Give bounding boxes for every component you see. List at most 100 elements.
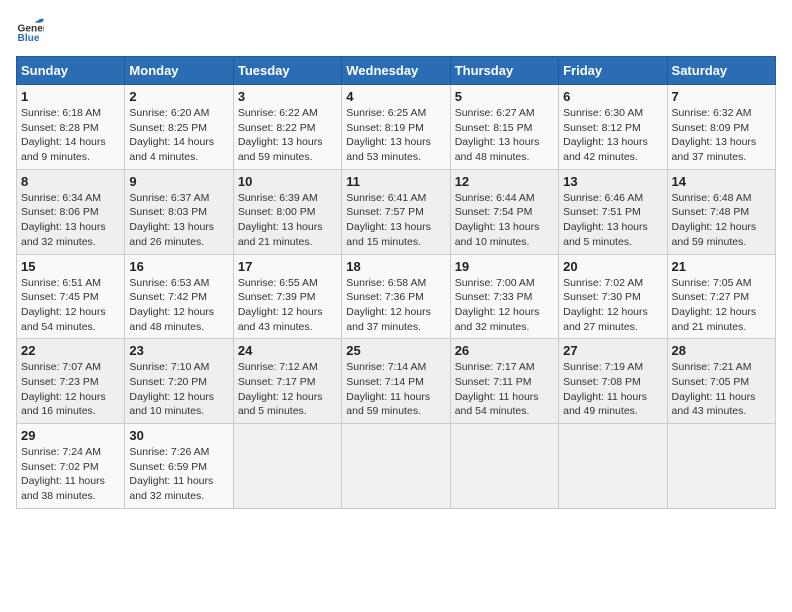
calendar-cell: 12 Sunrise: 6:44 AM Sunset: 7:54 PM Dayl…	[450, 169, 558, 254]
day-number: 4	[346, 89, 445, 104]
calendar-cell: 16 Sunrise: 6:53 AM Sunset: 7:42 PM Dayl…	[125, 254, 233, 339]
day-of-week-header: Sunday	[17, 57, 125, 85]
day-number: 22	[21, 343, 120, 358]
calendar-cell: 25 Sunrise: 7:14 AM Sunset: 7:14 PM Dayl…	[342, 339, 450, 424]
day-info: Sunrise: 6:34 AM Sunset: 8:06 PM Dayligh…	[21, 191, 120, 250]
day-number: 30	[129, 428, 228, 443]
day-number: 9	[129, 174, 228, 189]
calendar-cell: 22 Sunrise: 7:07 AM Sunset: 7:23 PM Dayl…	[17, 339, 125, 424]
day-info: Sunrise: 7:24 AM Sunset: 7:02 PM Dayligh…	[21, 445, 120, 504]
day-number: 7	[672, 89, 771, 104]
calendar-cell: 30 Sunrise: 7:26 AM Sunset: 6:59 PM Dayl…	[125, 424, 233, 509]
day-info: Sunrise: 7:00 AM Sunset: 7:33 PM Dayligh…	[455, 276, 554, 335]
day-number: 25	[346, 343, 445, 358]
day-info: Sunrise: 6:51 AM Sunset: 7:45 PM Dayligh…	[21, 276, 120, 335]
day-number: 20	[563, 259, 662, 274]
day-info: Sunrise: 6:48 AM Sunset: 7:48 PM Dayligh…	[672, 191, 771, 250]
logo: General Blue	[16, 16, 48, 44]
day-number: 12	[455, 174, 554, 189]
calendar-cell	[559, 424, 667, 509]
calendar-cell: 13 Sunrise: 6:46 AM Sunset: 7:51 PM Dayl…	[559, 169, 667, 254]
day-info: Sunrise: 6:41 AM Sunset: 7:57 PM Dayligh…	[346, 191, 445, 250]
day-number: 19	[455, 259, 554, 274]
calendar-cell: 18 Sunrise: 6:58 AM Sunset: 7:36 PM Dayl…	[342, 254, 450, 339]
calendar-cell: 23 Sunrise: 7:10 AM Sunset: 7:20 PM Dayl…	[125, 339, 233, 424]
calendar-cell: 9 Sunrise: 6:37 AM Sunset: 8:03 PM Dayli…	[125, 169, 233, 254]
day-number: 2	[129, 89, 228, 104]
day-number: 23	[129, 343, 228, 358]
day-number: 15	[21, 259, 120, 274]
calendar-week-row: 29 Sunrise: 7:24 AM Sunset: 7:02 PM Dayl…	[17, 424, 776, 509]
day-of-week-header: Wednesday	[342, 57, 450, 85]
day-number: 14	[672, 174, 771, 189]
calendar-cell: 15 Sunrise: 6:51 AM Sunset: 7:45 PM Dayl…	[17, 254, 125, 339]
calendar-cell: 6 Sunrise: 6:30 AM Sunset: 8:12 PM Dayli…	[559, 85, 667, 170]
calendar-cell: 1 Sunrise: 6:18 AM Sunset: 8:28 PM Dayli…	[17, 85, 125, 170]
calendar-cell: 14 Sunrise: 6:48 AM Sunset: 7:48 PM Dayl…	[667, 169, 775, 254]
calendar-cell: 8 Sunrise: 6:34 AM Sunset: 8:06 PM Dayli…	[17, 169, 125, 254]
day-number: 5	[455, 89, 554, 104]
calendar-cell: 7 Sunrise: 6:32 AM Sunset: 8:09 PM Dayli…	[667, 85, 775, 170]
day-info: Sunrise: 6:27 AM Sunset: 8:15 PM Dayligh…	[455, 106, 554, 165]
day-number: 27	[563, 343, 662, 358]
day-number: 26	[455, 343, 554, 358]
calendar-cell: 19 Sunrise: 7:00 AM Sunset: 7:33 PM Dayl…	[450, 254, 558, 339]
calendar-cell: 5 Sunrise: 6:27 AM Sunset: 8:15 PM Dayli…	[450, 85, 558, 170]
day-info: Sunrise: 7:14 AM Sunset: 7:14 PM Dayligh…	[346, 360, 445, 419]
page-header: General Blue	[16, 16, 776, 44]
calendar-cell	[450, 424, 558, 509]
day-info: Sunrise: 6:18 AM Sunset: 8:28 PM Dayligh…	[21, 106, 120, 165]
day-of-week-header: Thursday	[450, 57, 558, 85]
day-number: 24	[238, 343, 337, 358]
day-info: Sunrise: 6:25 AM Sunset: 8:19 PM Dayligh…	[346, 106, 445, 165]
day-info: Sunrise: 7:12 AM Sunset: 7:17 PM Dayligh…	[238, 360, 337, 419]
calendar-cell: 11 Sunrise: 6:41 AM Sunset: 7:57 PM Dayl…	[342, 169, 450, 254]
calendar-cell: 28 Sunrise: 7:21 AM Sunset: 7:05 PM Dayl…	[667, 339, 775, 424]
day-of-week-header: Monday	[125, 57, 233, 85]
day-info: Sunrise: 6:58 AM Sunset: 7:36 PM Dayligh…	[346, 276, 445, 335]
day-number: 8	[21, 174, 120, 189]
calendar-cell: 4 Sunrise: 6:25 AM Sunset: 8:19 PM Dayli…	[342, 85, 450, 170]
day-number: 3	[238, 89, 337, 104]
calendar-week-row: 15 Sunrise: 6:51 AM Sunset: 7:45 PM Dayl…	[17, 254, 776, 339]
calendar-cell: 20 Sunrise: 7:02 AM Sunset: 7:30 PM Dayl…	[559, 254, 667, 339]
calendar-cell: 24 Sunrise: 7:12 AM Sunset: 7:17 PM Dayl…	[233, 339, 341, 424]
day-info: Sunrise: 6:37 AM Sunset: 8:03 PM Dayligh…	[129, 191, 228, 250]
day-info: Sunrise: 6:53 AM Sunset: 7:42 PM Dayligh…	[129, 276, 228, 335]
calendar-header-row: SundayMondayTuesdayWednesdayThursdayFrid…	[17, 57, 776, 85]
calendar-cell: 21 Sunrise: 7:05 AM Sunset: 7:27 PM Dayl…	[667, 254, 775, 339]
day-number: 21	[672, 259, 771, 274]
day-info: Sunrise: 6:32 AM Sunset: 8:09 PM Dayligh…	[672, 106, 771, 165]
calendar-cell	[233, 424, 341, 509]
day-number: 18	[346, 259, 445, 274]
day-info: Sunrise: 6:22 AM Sunset: 8:22 PM Dayligh…	[238, 106, 337, 165]
day-info: Sunrise: 6:44 AM Sunset: 7:54 PM Dayligh…	[455, 191, 554, 250]
day-number: 6	[563, 89, 662, 104]
calendar-cell	[342, 424, 450, 509]
day-info: Sunrise: 6:30 AM Sunset: 8:12 PM Dayligh…	[563, 106, 662, 165]
day-info: Sunrise: 6:55 AM Sunset: 7:39 PM Dayligh…	[238, 276, 337, 335]
calendar-cell: 3 Sunrise: 6:22 AM Sunset: 8:22 PM Dayli…	[233, 85, 341, 170]
day-info: Sunrise: 6:46 AM Sunset: 7:51 PM Dayligh…	[563, 191, 662, 250]
calendar-cell: 26 Sunrise: 7:17 AM Sunset: 7:11 PM Dayl…	[450, 339, 558, 424]
calendar-cell: 17 Sunrise: 6:55 AM Sunset: 7:39 PM Dayl…	[233, 254, 341, 339]
day-info: Sunrise: 7:26 AM Sunset: 6:59 PM Dayligh…	[129, 445, 228, 504]
day-number: 29	[21, 428, 120, 443]
day-number: 28	[672, 343, 771, 358]
day-info: Sunrise: 7:10 AM Sunset: 7:20 PM Dayligh…	[129, 360, 228, 419]
day-info: Sunrise: 6:20 AM Sunset: 8:25 PM Dayligh…	[129, 106, 228, 165]
svg-text:Blue: Blue	[18, 33, 40, 44]
day-info: Sunrise: 7:05 AM Sunset: 7:27 PM Dayligh…	[672, 276, 771, 335]
day-number: 1	[21, 89, 120, 104]
day-info: Sunrise: 7:07 AM Sunset: 7:23 PM Dayligh…	[21, 360, 120, 419]
day-of-week-header: Friday	[559, 57, 667, 85]
calendar-week-row: 1 Sunrise: 6:18 AM Sunset: 8:28 PM Dayli…	[17, 85, 776, 170]
day-info: Sunrise: 7:02 AM Sunset: 7:30 PM Dayligh…	[563, 276, 662, 335]
day-info: Sunrise: 7:21 AM Sunset: 7:05 PM Dayligh…	[672, 360, 771, 419]
day-number: 16	[129, 259, 228, 274]
calendar-week-row: 8 Sunrise: 6:34 AM Sunset: 8:06 PM Dayli…	[17, 169, 776, 254]
day-number: 17	[238, 259, 337, 274]
day-number: 10	[238, 174, 337, 189]
calendar-cell: 2 Sunrise: 6:20 AM Sunset: 8:25 PM Dayli…	[125, 85, 233, 170]
day-number: 13	[563, 174, 662, 189]
